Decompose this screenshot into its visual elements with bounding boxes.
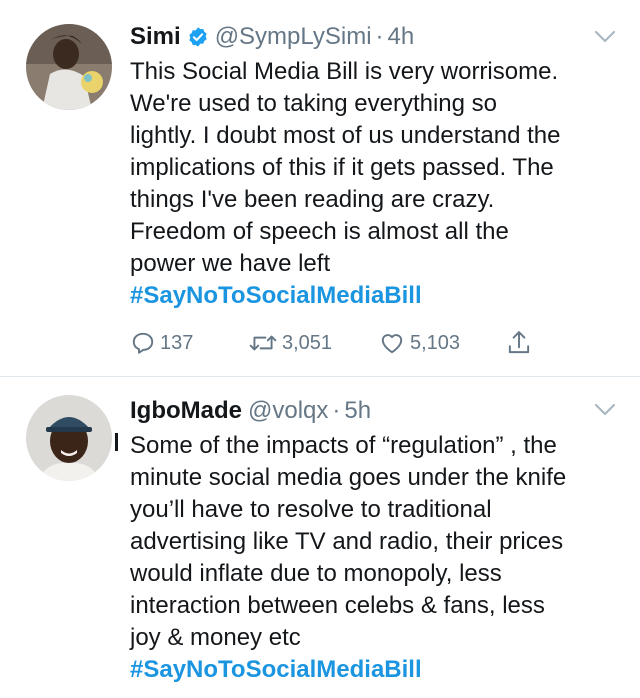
avatar[interactable] bbox=[26, 24, 112, 110]
retweet-count: 3,051 bbox=[282, 331, 333, 354]
tweet-content: Simi @SympLySimi · 4h This Social Media … bbox=[130, 0, 640, 376]
tweet-header: Simi @SympLySimi · 4h bbox=[130, 19, 620, 55]
timestamp[interactable]: 5h bbox=[344, 397, 371, 425]
tweet-text-line: Some of the impacts of “regulation” , th… bbox=[130, 432, 557, 459]
tweet-text: This Social Media Bill is very worrisome… bbox=[130, 56, 620, 312]
reply-count: 137 bbox=[160, 331, 194, 354]
like-count: 5,103 bbox=[410, 331, 461, 354]
share-button[interactable] bbox=[506, 329, 532, 357]
tweet-text-line: interaction between celebs & fans, less bbox=[130, 592, 545, 619]
tweet-text-line: minute social media goes under the knife bbox=[130, 464, 567, 491]
user-handle[interactable]: @SympLySimi bbox=[215, 23, 372, 51]
tweet-text-line: power we have left bbox=[130, 250, 331, 277]
chevron-down-icon[interactable] bbox=[594, 403, 616, 417]
heart-icon bbox=[381, 334, 403, 354]
reply-icon bbox=[132, 332, 154, 354]
chevron-down-icon[interactable] bbox=[594, 30, 616, 44]
display-name[interactable]: Simi bbox=[130, 23, 181, 51]
tweet-text: Some of the impacts of “regulation” , th… bbox=[130, 430, 620, 686]
share-icon bbox=[508, 331, 530, 354]
tweet-text-line: Freedom of speech is almost all the bbox=[130, 218, 509, 245]
verified-badge-icon bbox=[189, 27, 207, 47]
hashtag-link[interactable]: #SayNoToSocialMediaBill bbox=[130, 654, 620, 686]
timestamp[interactable]: 4h bbox=[388, 23, 415, 51]
tweet-feed: Simi @SympLySimi · 4h This Social Media … bbox=[0, 0, 640, 698]
tweet-content: IgboMade @volqx · 5h Some of the impacts… bbox=[130, 377, 640, 698]
tweet-text-line: joy & money etc bbox=[130, 624, 301, 651]
tweet-text-line: you’ll have to resolve to traditional bbox=[130, 496, 492, 523]
retweet-button[interactable]: 3,051 bbox=[248, 330, 378, 356]
tweet-text-line: lightly. I doubt most of us understand t… bbox=[130, 122, 561, 149]
tweet-text-line: advertising like TV and radio, their pri… bbox=[130, 528, 564, 555]
separator-dot: · bbox=[332, 397, 341, 424]
tweet-text-line: This Social Media Bill is very worrisome… bbox=[130, 58, 559, 85]
tweet-text-line: implications of this if it gets passed. … bbox=[130, 154, 554, 181]
tweet-header: IgboMade @volqx · 5h bbox=[130, 393, 620, 429]
like-button[interactable]: 5,103 bbox=[378, 330, 506, 356]
reply-button[interactable]: 137 bbox=[130, 330, 248, 356]
tweet-text-line: We're used to taking everything so bbox=[130, 90, 498, 117]
thread-indicator bbox=[115, 433, 118, 451]
separator-dot: · bbox=[375, 23, 384, 50]
avatar-column bbox=[0, 0, 130, 376]
tweet[interactable]: Simi @SympLySimi · 4h This Social Media … bbox=[0, 0, 640, 377]
tweet-actions: 137 3,051 5,103 bbox=[130, 329, 620, 357]
retweet-icon bbox=[249, 335, 277, 351]
display-name[interactable]: IgboMade bbox=[130, 397, 242, 425]
tweet[interactable]: IgboMade @volqx · 5h Some of the impacts… bbox=[0, 377, 640, 698]
tweet-text-line: would inflate due to monopoly, less bbox=[130, 560, 502, 587]
tweet-text-line: things I've been reading are crazy. bbox=[130, 186, 495, 213]
user-handle[interactable]: @volqx bbox=[248, 397, 328, 425]
avatar[interactable] bbox=[26, 395, 112, 481]
avatar-column bbox=[0, 377, 130, 698]
hashtag-link[interactable]: #SayNoToSocialMediaBill bbox=[130, 280, 620, 312]
